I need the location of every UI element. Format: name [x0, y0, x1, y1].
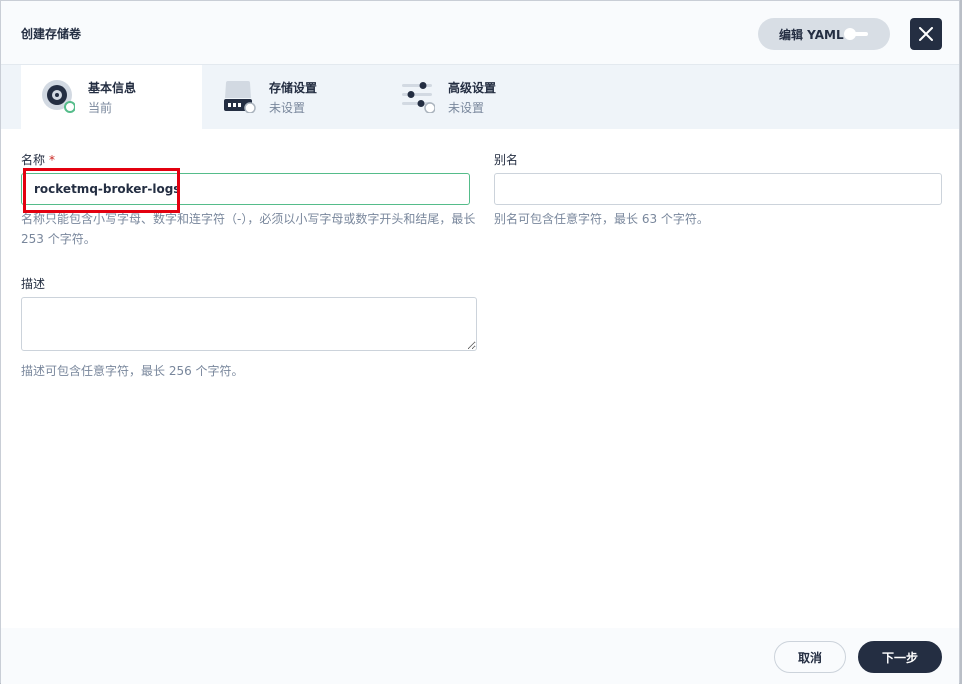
step-state: 未设置 — [448, 101, 485, 115]
dialog-header: 创建存储卷 编辑 YAML — [1, 1, 959, 65]
alias-hint: 别名可包含任意字符，最长 63 个字符。 — [494, 212, 709, 226]
step-name: 存储设置 — [269, 81, 318, 95]
step-tabs: 基本信息 当前 存储设置 未设置 高级设置 未设置 — [1, 65, 959, 129]
alias-label: 别名 — [494, 153, 519, 167]
step-storage-settings[interactable]: 存储设置 未设置 — [202, 65, 382, 129]
sliders-icon — [402, 82, 435, 113]
edit-yaml-label: 编辑 YAML — [779, 27, 844, 42]
step-name: 基本信息 — [88, 81, 137, 95]
dialog-footer: 取消 下一步 — [1, 628, 959, 684]
toggle-switch-icon — [844, 28, 870, 40]
disk-icon — [42, 80, 75, 113]
next-step-button[interactable]: 下一步 — [858, 641, 942, 673]
close-button[interactable] — [910, 18, 942, 50]
required-mark: * — [49, 153, 56, 167]
dialog-title: 创建存储卷 — [21, 27, 82, 41]
description-label: 描述 — [21, 277, 46, 291]
close-icon — [919, 27, 933, 41]
step-state: 当前 — [88, 101, 113, 115]
edit-yaml-toggle-button[interactable]: 编辑 YAML — [758, 18, 890, 50]
create-volume-dialog: 创建存储卷 编辑 YAML 基本信息 当前 存储设置 未设置 高级设置 未设置 … — [0, 0, 960, 684]
step-advanced-settings[interactable]: 高级设置 未设置 — [381, 65, 561, 129]
description-textarea[interactable] — [21, 297, 477, 351]
cancel-button[interactable]: 取消 — [774, 641, 846, 673]
step-name: 高级设置 — [448, 81, 497, 95]
alias-input[interactable] — [494, 173, 942, 205]
step-basic-info[interactable]: 基本信息 当前 — [21, 65, 202, 129]
storage-drive-icon — [224, 81, 256, 113]
name-label: 名称 * — [21, 153, 56, 167]
description-hint: 描述可包含任意字符，最长 256 个字符。 — [21, 364, 244, 378]
name-input[interactable] — [21, 173, 470, 205]
step-state: 未设置 — [269, 101, 306, 115]
name-hint: 名称只能包含小写字母、数字和连字符（-），必须以小写字母或数字开头和结尾，最长 … — [21, 212, 476, 246]
